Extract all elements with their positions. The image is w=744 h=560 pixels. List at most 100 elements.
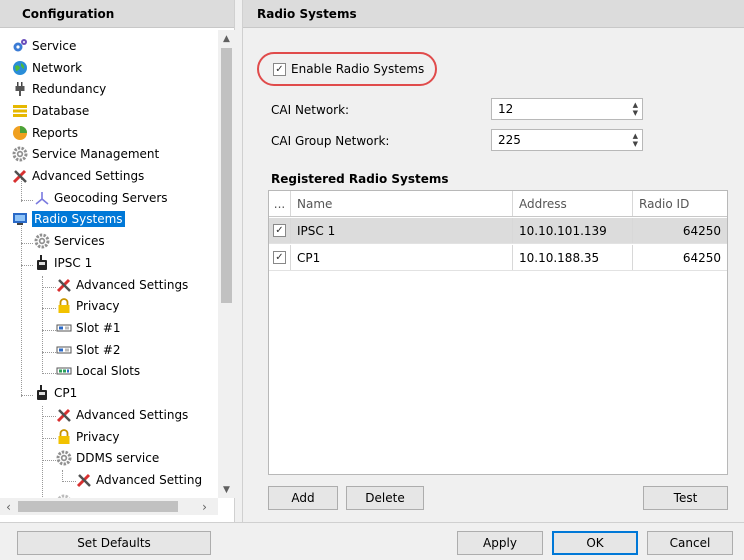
grid-header-radio-id[interactable]: Radio ID xyxy=(633,191,727,216)
add-button[interactable]: Add xyxy=(268,486,338,510)
tree-node-slot-2[interactable]: Slot #2 xyxy=(56,339,121,360)
gear-icon xyxy=(12,146,28,162)
tools-icon xyxy=(56,277,72,293)
tree-line xyxy=(21,395,33,396)
tree-node-ipsc1[interactable]: IPSC 1 xyxy=(34,252,92,273)
test-button[interactable]: Test xyxy=(643,486,728,510)
check-icon[interactable]: ✓ xyxy=(273,251,286,264)
table-row[interactable]: ✓ CP1 10.10.188.35 64250 xyxy=(269,245,727,271)
plug-icon xyxy=(12,81,28,97)
tree-node-slot-1[interactable]: Slot #1 xyxy=(56,317,121,338)
vertical-scroll-thumb[interactable] xyxy=(221,48,232,303)
tree-line xyxy=(42,308,56,309)
tree-node-ddms-service[interactable]: DDMS service xyxy=(56,447,159,468)
enable-radio-systems-label: Enable Radio Systems xyxy=(291,62,425,76)
gear-icon xyxy=(34,233,50,249)
tree-node-services[interactable]: Services xyxy=(34,230,105,251)
slot-icon xyxy=(56,320,72,336)
set-defaults-button[interactable]: Set Defaults xyxy=(17,531,211,555)
tree-node-radio-systems[interactable]: Radio Systems xyxy=(12,208,125,229)
configuration-title: Configuration xyxy=(22,6,115,21)
registered-radio-systems-title: Registered Radio Systems xyxy=(271,172,449,186)
tree-node-geocoding-servers[interactable]: Geocoding Servers xyxy=(34,187,168,208)
apply-button[interactable]: Apply xyxy=(457,531,543,555)
grid-header-address[interactable]: Address xyxy=(513,191,633,216)
tree-node-redundancy[interactable]: Redundancy xyxy=(12,78,106,99)
grid-header-select[interactable]: ... xyxy=(269,191,291,216)
cancel-button[interactable]: Cancel xyxy=(647,531,733,555)
row-checkbox-cell: ✓ xyxy=(269,245,291,270)
tree-node-database[interactable]: Database xyxy=(12,100,89,121)
grid-header-name[interactable]: Name xyxy=(291,191,513,216)
dialog-button-bar: Set Defaults Apply OK Cancel xyxy=(0,522,744,560)
tree-node-network[interactable]: Network xyxy=(12,57,82,78)
cai-network-label: CAI Network: xyxy=(271,103,350,117)
grid-header-row: ... Name Address Radio ID xyxy=(269,191,727,217)
tree-line xyxy=(21,200,33,201)
tree-node-advanced-settings[interactable]: Advanced Settings xyxy=(12,165,144,186)
tree-node-reports[interactable]: Reports xyxy=(12,122,78,143)
tree-vertical-scrollbar[interactable]: ▲ ▼ xyxy=(218,30,235,498)
globe-icon xyxy=(12,60,28,76)
tree-node-local-slots[interactable]: Local Slots xyxy=(56,360,140,381)
cai-group-network-value: 225 xyxy=(498,133,521,147)
table-row[interactable]: ✓ IPSC 1 10.10.101.139 64250 xyxy=(269,218,727,244)
check-icon[interactable]: ✓ xyxy=(273,224,286,237)
tools-icon xyxy=(76,472,92,488)
lock-icon xyxy=(56,297,72,314)
radio-systems-icon xyxy=(12,211,28,227)
gear-icon xyxy=(56,450,72,466)
scroll-down-icon[interactable]: ▼ xyxy=(218,481,235,498)
reports-icon xyxy=(12,125,28,141)
cai-network-spinner[interactable]: 12 ▲ ▼ xyxy=(491,98,643,120)
tree-line xyxy=(42,406,43,498)
configuration-header: Configuration xyxy=(0,0,234,28)
row-checkbox-cell: ✓ xyxy=(269,218,291,243)
tree-horizontal-scrollbar[interactable]: ‹ › xyxy=(0,498,218,515)
spinner-arrows-icon[interactable]: ▲ ▼ xyxy=(633,101,638,117)
geocoding-icon xyxy=(34,190,50,206)
configuration-tree: Service Network Redundancy Database Repo… xyxy=(0,30,218,498)
tree-line xyxy=(42,287,56,288)
check-icon: ✓ xyxy=(273,62,286,76)
tree-node-cp1-advanced-settings[interactable]: Advanced Settings xyxy=(56,404,188,425)
row-address: 10.10.188.35 xyxy=(513,245,633,270)
tools-icon xyxy=(56,407,72,423)
tree-node-ipsc1-privacy[interactable]: Privacy xyxy=(56,295,119,316)
scroll-left-icon[interactable]: ‹ xyxy=(0,498,17,515)
scroll-up-icon[interactable]: ▲ xyxy=(218,30,235,47)
tree-line xyxy=(42,416,56,417)
radio-icon xyxy=(34,254,50,271)
delete-button[interactable]: Delete xyxy=(346,486,424,510)
row-radio-id: 64250 xyxy=(682,223,721,238)
tree-line xyxy=(21,222,22,397)
cai-group-network-label: CAI Group Network: xyxy=(271,134,390,148)
gears-icon xyxy=(12,38,28,54)
tree-node-ipsc1-advanced-settings[interactable]: Advanced Settings xyxy=(56,274,188,295)
horizontal-scroll-thumb[interactable] xyxy=(18,501,178,512)
tree-node-ddms-advanced-setting[interactable]: Advanced Setting xyxy=(76,469,202,490)
tree-node-cp1-privacy[interactable]: Privacy xyxy=(56,426,119,447)
row-radio-id: 64250 xyxy=(682,250,721,265)
registered-radio-systems-grid: ... Name Address Radio ID ✓ IPSC 1 10.10… xyxy=(268,190,728,475)
cai-group-network-spinner[interactable]: 225 ▲ ▼ xyxy=(491,129,643,151)
tree-line xyxy=(42,460,56,461)
tree-line xyxy=(62,481,76,482)
ok-button[interactable]: OK xyxy=(552,531,638,555)
slot-icon xyxy=(56,342,72,358)
scroll-right-icon[interactable]: › xyxy=(196,498,213,515)
row-name: IPSC 1 xyxy=(291,218,513,243)
lock-icon xyxy=(56,428,72,445)
database-icon xyxy=(12,103,28,119)
tree-node-service[interactable]: Service xyxy=(12,35,76,56)
radio-systems-title: Radio Systems xyxy=(257,6,357,21)
tree-line xyxy=(21,265,33,266)
tools-icon xyxy=(12,168,28,184)
enable-radio-systems-checkbox[interactable]: ✓ Enable Radio Systems xyxy=(257,52,437,86)
tree-line xyxy=(42,438,56,439)
tree-node-service-management[interactable]: Service Management xyxy=(12,143,159,164)
tree-line xyxy=(42,352,56,353)
cai-network-value: 12 xyxy=(498,102,514,116)
spinner-arrows-icon[interactable]: ▲ ▼ xyxy=(633,132,638,148)
tree-node-cp1[interactable]: CP1 xyxy=(34,382,77,403)
